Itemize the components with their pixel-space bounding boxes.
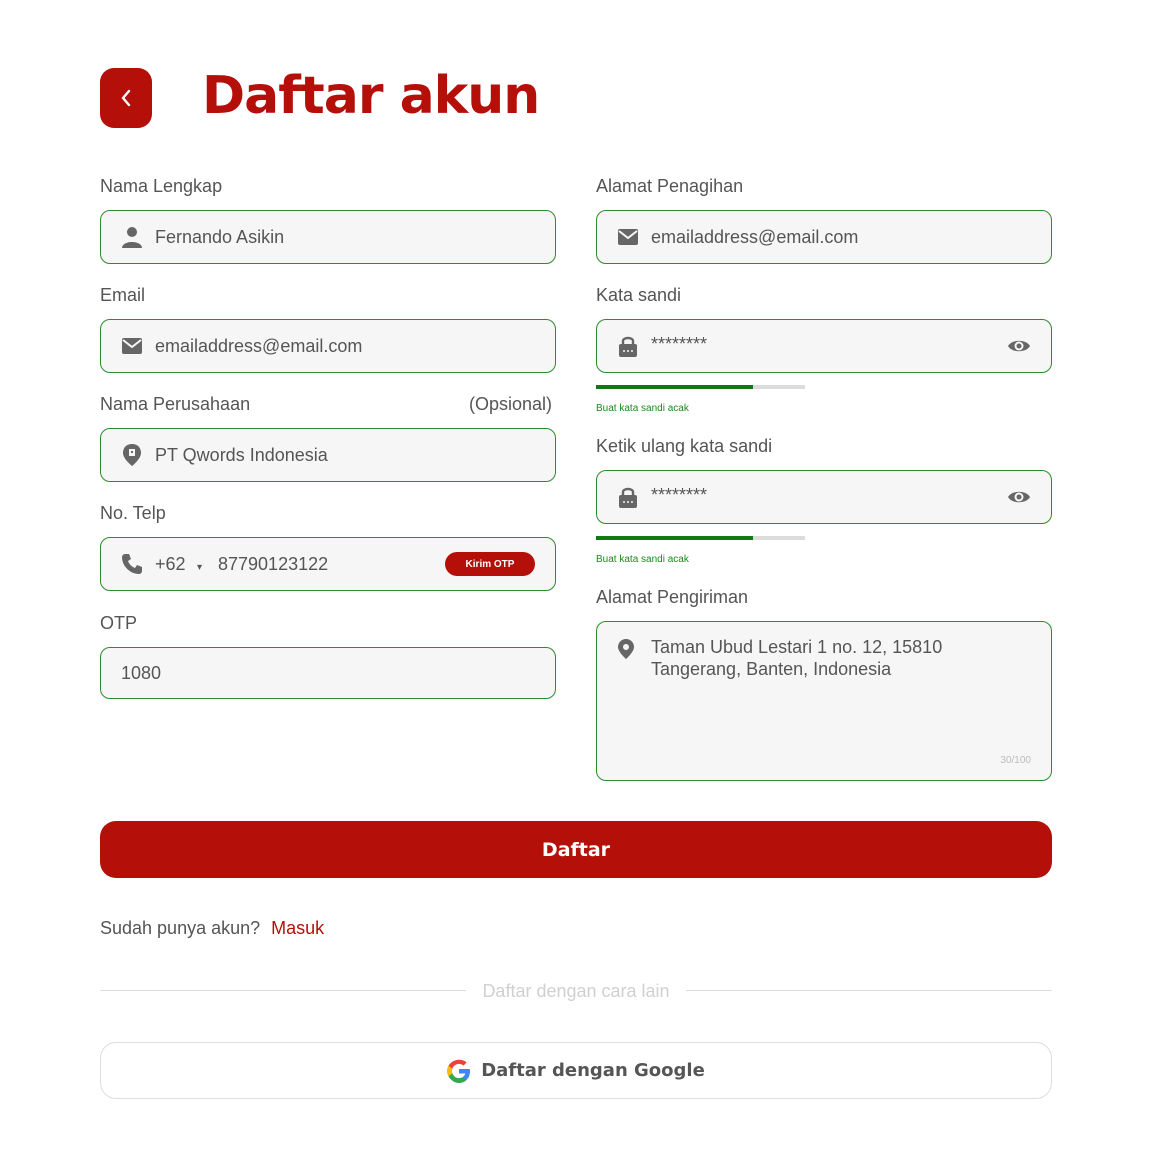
char-counter: 30/100 bbox=[1000, 755, 1031, 766]
password-hint[interactable]: Buat kata sandi acak bbox=[596, 403, 689, 414]
company-value: PT Qwords Indonesia bbox=[155, 444, 328, 465]
building-pin-icon bbox=[121, 444, 143, 466]
password-value: ******** bbox=[651, 334, 708, 354]
password-confirm-strength-bar bbox=[596, 536, 805, 540]
shipping-address-label: Alamat Pengiriman bbox=[596, 587, 749, 607]
google-signup-label: Daftar dengan Google bbox=[481, 1060, 705, 1081]
shipping-address-textarea[interactable]: Taman Ubud Lestari 1 no. 12, 15810 Tange… bbox=[596, 621, 1052, 781]
company-label: Nama Perusahaan bbox=[100, 394, 251, 414]
password-confirm-field[interactable]: ******** bbox=[596, 470, 1052, 524]
lock-icon bbox=[617, 335, 639, 357]
back-button[interactable] bbox=[100, 68, 152, 128]
login-prompt: Sudah punya akun? Masuk bbox=[100, 918, 324, 939]
send-otp-button[interactable]: Kirim OTP bbox=[445, 552, 535, 576]
eye-icon[interactable] bbox=[1007, 334, 1031, 358]
password-confirm-strength-fill bbox=[596, 536, 753, 540]
country-code[interactable]: +62 bbox=[155, 554, 186, 575]
password-strength-bar bbox=[596, 385, 805, 389]
full-name-label: Nama Lengkap bbox=[100, 176, 223, 196]
eye-icon[interactable] bbox=[1007, 485, 1031, 509]
otp-field[interactable]: 1080 bbox=[100, 647, 556, 699]
billing-address-value: emailaddress@email.com bbox=[651, 226, 859, 247]
email-field[interactable]: emailaddress@email.com bbox=[100, 319, 556, 373]
mail-icon bbox=[121, 335, 143, 357]
otp-value: 1080 bbox=[121, 662, 162, 683]
chevron-left-icon bbox=[121, 89, 131, 107]
phone-label: No. Telp bbox=[100, 503, 166, 523]
divider-text: Daftar dengan cara lain bbox=[482, 981, 670, 1001]
page-title: Daftar akun bbox=[202, 66, 540, 126]
password-label: Kata sandi bbox=[596, 285, 682, 305]
otp-label: OTP bbox=[100, 613, 138, 633]
password-confirm-hint[interactable]: Buat kata sandi acak bbox=[596, 554, 689, 565]
company-field[interactable]: PT Qwords Indonesia bbox=[100, 428, 556, 482]
full-name-value: Fernando Asikin bbox=[155, 226, 285, 247]
location-pin-icon bbox=[617, 638, 639, 660]
login-prompt-text: Sudah punya akun? bbox=[100, 918, 261, 938]
password-field[interactable]: ******** bbox=[596, 319, 1052, 373]
password-strength-fill bbox=[596, 385, 753, 389]
full-name-field[interactable]: Fernando Asikin bbox=[100, 210, 556, 264]
shipping-address-line1: Taman Ubud Lestari 1 no. 12, 15810 bbox=[651, 637, 943, 657]
password-confirm-value: ******** bbox=[651, 485, 708, 505]
google-signup-button[interactable]: Daftar dengan Google bbox=[100, 1042, 1052, 1099]
user-icon bbox=[121, 226, 143, 248]
phone-icon bbox=[121, 553, 143, 575]
shipping-address-line2: Tangerang, Banten, Indonesia bbox=[651, 659, 892, 679]
email-value: emailaddress@email.com bbox=[155, 335, 363, 356]
company-optional-label: (Opsional) bbox=[469, 394, 553, 414]
phone-value: 87790123122 bbox=[218, 553, 329, 574]
submit-button[interactable]: Daftar bbox=[100, 821, 1052, 878]
google-icon bbox=[447, 1059, 471, 1083]
lock-icon bbox=[617, 486, 639, 508]
login-link[interactable]: Masuk bbox=[271, 918, 324, 938]
phone-field[interactable]: +62 ▾ 87790123122 Kirim OTP bbox=[100, 537, 556, 591]
billing-address-label: Alamat Penagihan bbox=[596, 176, 744, 196]
shipping-address-value: Taman Ubud Lestari 1 no. 12, 15810 Tange… bbox=[651, 636, 1031, 680]
email-label: Email bbox=[100, 285, 146, 305]
mail-icon bbox=[617, 226, 639, 248]
country-dropdown-icon[interactable]: ▾ bbox=[197, 562, 202, 573]
billing-address-field[interactable]: emailaddress@email.com bbox=[596, 210, 1052, 264]
password-confirm-label: Ketik ulang kata sandi bbox=[596, 436, 773, 456]
